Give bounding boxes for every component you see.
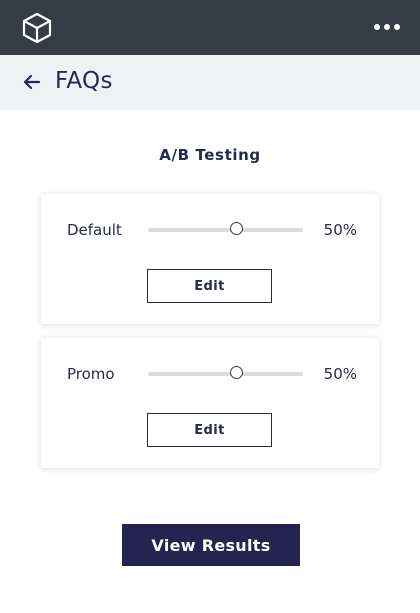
variant-label: Promo: [67, 365, 115, 383]
view-results-button[interactable]: View Results: [122, 524, 300, 566]
split-slider[interactable]: [148, 364, 303, 382]
arrow-left-icon[interactable]: [21, 70, 43, 94]
edit-button[interactable]: Edit: [147, 413, 272, 447]
variant-card-default: Default 50% Edit: [41, 194, 379, 324]
page-title: FAQs: [55, 68, 113, 94]
variant-card-promo: Promo 50% Edit: [41, 338, 379, 468]
cube-icon[interactable]: [21, 12, 53, 44]
top-app-bar: [0, 0, 420, 55]
slider-thumb[interactable]: [230, 366, 243, 379]
page-header: FAQs: [0, 55, 420, 110]
split-slider[interactable]: [148, 220, 303, 238]
slider-thumb[interactable]: [230, 222, 243, 235]
more-options-icon[interactable]: [374, 21, 400, 33]
split-percent: 50%: [323, 221, 357, 239]
section-title: A/B Testing: [159, 146, 261, 164]
split-percent: 50%: [323, 365, 357, 383]
edit-button[interactable]: Edit: [147, 269, 272, 303]
slider-track: [148, 228, 303, 232]
variant-label: Default: [67, 221, 122, 239]
slider-track: [148, 372, 303, 376]
